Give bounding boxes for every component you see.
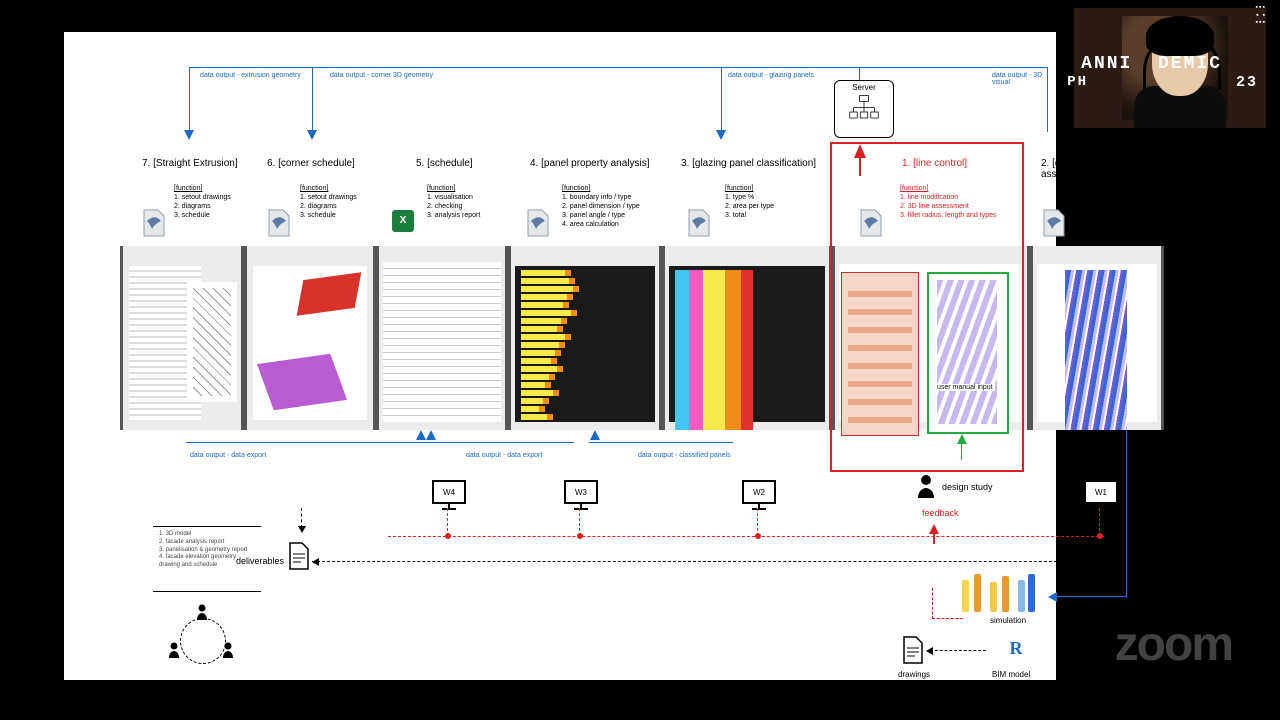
top-label-3dvisual: data output - 3D visual [992,72,1056,86]
out-label-2: data output - data export [466,452,542,459]
server-title: Server [835,83,893,92]
monitor-w3: W3 [564,480,598,510]
drop-6 [312,67,313,132]
section-6-title: 6. [corner schedule] [267,158,355,169]
excel-icon: X [392,210,414,232]
fn-list-7: [function]1. setout drawings2. diagrams3… [174,184,231,220]
deliverables-label: deliverables [236,556,284,566]
red-arrow-stem [859,156,861,176]
fn-list-2: [function]1. design assessment [1077,184,1114,211]
section-5-title: 5. [schedule] [416,158,473,169]
rhino-icon-6 [267,208,291,238]
drop-3 [721,67,722,132]
arrow-head-6 [307,130,317,140]
drawings-label: drawings [898,670,930,679]
drop-server [859,67,860,80]
document-icon [288,542,310,572]
arrow-up-4 [590,430,600,440]
thumb-4 [508,246,662,430]
drop-7 [189,67,190,132]
section-2-title: 2. [design assessment] [1041,158,1097,180]
thumb-2 [1030,246,1164,430]
fn-list-4: [function]1. boundary info / type2. pane… [562,184,640,229]
top-connector [189,67,1048,68]
highlight-box-1 [830,142,1024,472]
black-dashed-line [312,561,1102,562]
feedback-arrow-stem [933,532,935,544]
arrow-head-3 [716,130,726,140]
section-4-title: 4. [panel property analysis] [530,158,650,169]
top-label-glazing: data output - glazing panels [728,72,814,79]
slide-canvas: data output - extrusion geometry data ou… [64,32,1056,680]
arrow-up-5a [416,430,426,440]
simulation-icon [962,572,1040,612]
bim-model-label: BIM model [992,670,1030,679]
blue-underline-b [589,442,733,443]
top-label-corner: data output - corner 3D geometry [330,72,433,79]
thumb-5 [376,246,508,430]
grid-menu-icon[interactable]: ▪▪▪▪ ▪▪▪▪ [1234,4,1266,27]
sim-arrow-icon [1048,592,1057,602]
blue-underline-a [186,442,574,443]
sim-vertical-line [1126,430,1127,598]
fn-list-5: [function]1. visualisation2. checking3. … [427,184,480,220]
arrow-up-5b [426,430,436,440]
zoom-watermark: zoom [1115,617,1232,672]
section-7-title: 7. [Straight Extrusion] [142,158,238,169]
rhino-icon-3 [687,208,711,238]
design-study-label: design study [942,482,993,492]
thumb-6 [244,246,376,430]
rhino-icon-7 [142,208,166,238]
overlay-year: 23 [1236,74,1258,91]
arrow-head-7 [184,130,194,140]
server-node: Server [834,80,894,138]
rhino-icon-2 [1042,208,1066,238]
person-icon [917,474,935,500]
out-label-3: data output - classified panels [638,452,731,459]
revit-icon: R [1004,636,1028,660]
monitor-w2: W2 [742,480,776,510]
drawings-to-bim-line [930,650,986,651]
overlay-ph: PH [1067,74,1088,90]
thumb-3 [662,246,832,430]
top-label-extrusion: data output - extrusion geometry [200,72,301,79]
red-dashed-line [388,536,1104,537]
sim-arrow-stem [1056,596,1126,597]
simulation-label: simulation [990,616,1026,625]
rhino-icon-4 [526,208,550,238]
server-icon [849,94,879,126]
monitor-w1: W1 [1084,480,1118,510]
out-label-1: data output - data export [190,452,266,459]
fn-list-6: [function]1. setout drawings2. diagrams3… [300,184,357,220]
team-ring [150,606,240,676]
section-3-title: 3. [glazing panel classification] [681,158,816,169]
overlay-text-top: ANNI..DEMIC [1081,54,1222,74]
thumb-7 [120,246,244,430]
monitor-w4: W4 [432,480,466,510]
drawings-icon [902,636,924,666]
feedback-label: feedback [922,508,959,518]
fn-list-3: [function]1. type %2. area per type3. to… [725,184,774,220]
